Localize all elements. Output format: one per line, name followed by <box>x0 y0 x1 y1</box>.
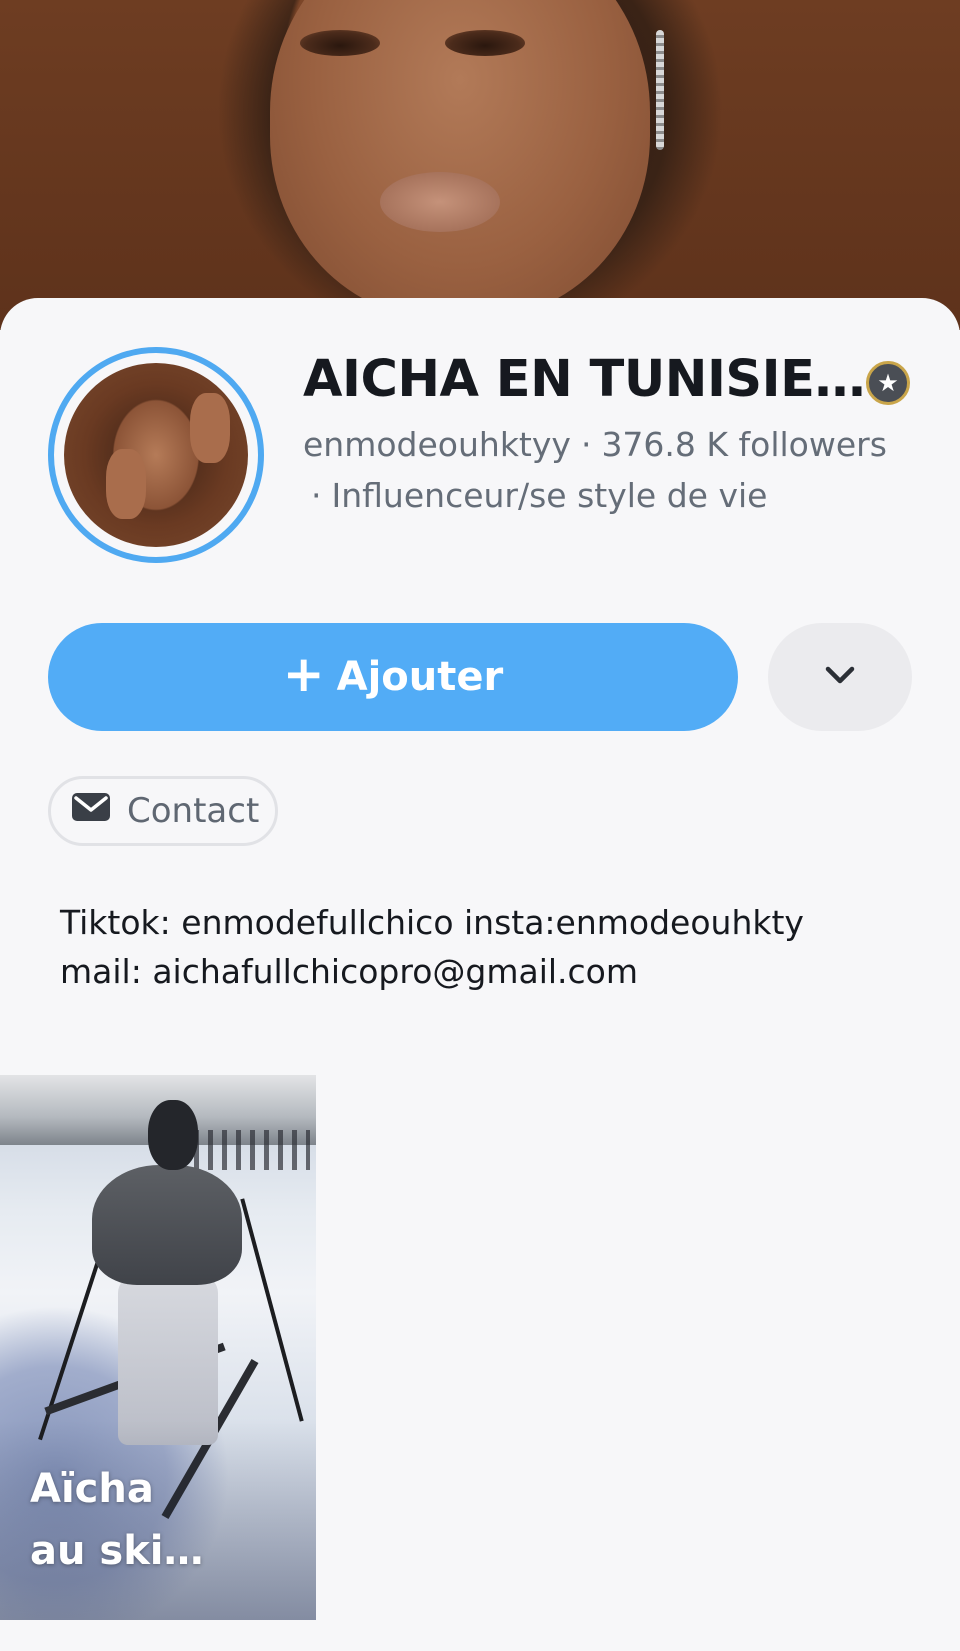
chevron-down-icon <box>823 664 857 690</box>
separator-dot: · <box>580 425 592 464</box>
add-friend-button[interactable]: + Ajouter <box>48 623 738 731</box>
cover-earring <box>656 30 664 150</box>
star-badge-icon[interactable]: ★ <box>866 361 910 405</box>
profile-category: Influenceur/se style de vie <box>331 476 768 515</box>
separator-dot: · <box>311 476 322 515</box>
profile-cover-photo[interactable] <box>0 0 960 330</box>
skier-jacket <box>92 1165 242 1285</box>
story-tile[interactable]: Aïcha au ski… <box>0 1075 316 1620</box>
profile-meta-line: enmodeouhktyy · 376.8 K followers <box>303 425 887 464</box>
plus-icon: + <box>282 645 325 703</box>
profile-bio: Tiktok: enmodefullchico insta:enmodeouhk… <box>60 898 920 996</box>
username: enmodeouhktyy <box>303 425 571 464</box>
bio-line: mail: aichafullchicopro@gmail.com <box>60 952 639 991</box>
profile-category-line: · Influenceur/se style de vie <box>303 476 767 515</box>
bio-line: Tiktok: enmodefullchico insta:enmodeouhk… <box>60 903 804 942</box>
ski-pole <box>240 1198 304 1422</box>
story-background-crowd <box>180 1130 310 1170</box>
add-button-label: Ajouter <box>336 654 504 700</box>
display-name: AICHA EN TUNISIE… <box>303 350 865 409</box>
cover-eye-left <box>300 30 380 56</box>
avatar-hand-right <box>190 393 230 463</box>
story-title: Aïcha au ski… <box>30 1466 204 1574</box>
cover-lips <box>380 172 500 232</box>
contact-button[interactable]: Contact <box>48 776 278 846</box>
envelope-icon <box>71 791 111 831</box>
avatar[interactable] <box>64 363 248 547</box>
contact-label: Contact <box>127 791 260 831</box>
skier-head <box>148 1100 198 1170</box>
followers-count[interactable]: 376.8 K followers <box>601 425 886 464</box>
cover-eye-right <box>445 30 525 56</box>
avatar-hand-left <box>106 449 146 519</box>
more-options-button[interactable] <box>768 623 912 731</box>
